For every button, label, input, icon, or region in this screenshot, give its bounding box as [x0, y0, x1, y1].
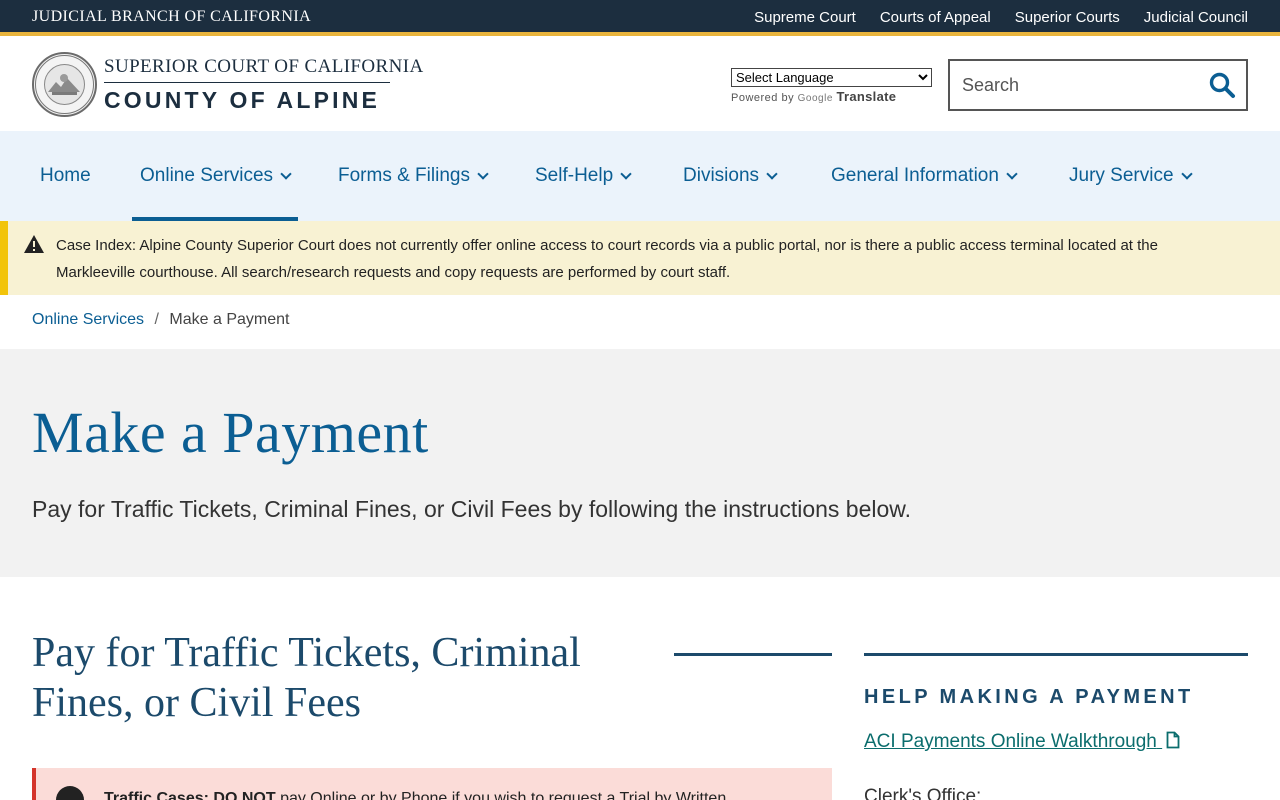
- page-subtitle: Pay for Traffic Tickets, Criminal Fines,…: [32, 496, 912, 522]
- search-icon[interactable]: [1208, 71, 1236, 99]
- breadcrumb-separator: /: [154, 311, 159, 328]
- page-hero: Make a Payment Pay for Traffic Tickets, …: [0, 349, 1280, 577]
- nav-home-label: Home: [40, 165, 91, 186]
- search-input[interactable]: [950, 61, 1200, 109]
- courts-of-appeal-link[interactable]: Courts of Appeal: [880, 9, 991, 26]
- page-title: Make a Payment: [32, 400, 429, 465]
- aci-walkthrough-link[interactable]: ACI Payments Online Walkthrough: [864, 731, 1180, 753]
- alert-message: Alpine County Superior Court does not cu…: [56, 237, 1158, 281]
- case-index-alert: Case Index: Alpine County Superior Court…: [0, 221, 1280, 295]
- judicial-council-link[interactable]: Judicial Council: [1144, 9, 1248, 26]
- google-translate: Select Language Powered by Google Transl…: [731, 68, 932, 104]
- google-logo-text: Google: [797, 93, 833, 104]
- court-name-line2: COUNTY OF ALPINE: [104, 87, 381, 113]
- court-name-line1: SUPERIOR COURT OF CALIFORNIA: [104, 56, 423, 83]
- nav-divisions[interactable]: Divisions: [683, 131, 778, 221]
- nav-home[interactable]: Home: [40, 131, 91, 221]
- sidebar-heading: HELP MAKING A PAYMENT: [864, 686, 1194, 708]
- alert-text: Case Index: Alpine County Superior Court…: [56, 232, 1166, 286]
- alert-label: Case Index:: [56, 237, 137, 254]
- site-header: SUPERIOR COURT OF CALIFORNIA COUNTY OF A…: [0, 40, 1280, 131]
- translate-link[interactable]: Translate: [836, 89, 896, 104]
- chevron-down-icon: [1006, 168, 1018, 180]
- language-select[interactable]: Select Language: [731, 68, 932, 87]
- section-title: Pay for Traffic Tickets, Criminal Fines,…: [32, 630, 581, 726]
- breadcrumb-online-services[interactable]: Online Services: [32, 311, 144, 328]
- chevron-down-icon: [766, 168, 778, 180]
- nav-general-information-label: General Information: [831, 165, 999, 186]
- nav-general-information[interactable]: General Information: [831, 131, 1018, 221]
- alert-circle-icon: [56, 786, 84, 800]
- nav-jury-service[interactable]: Jury Service: [1069, 131, 1193, 221]
- branch-links: Supreme Court Courts of Appeal Superior …: [754, 9, 1248, 26]
- notice-bold-label: Traffic Cases:: [104, 790, 209, 800]
- court-name[interactable]: SUPERIOR COURT OF CALIFORNIA COUNTY OF A…: [104, 56, 423, 114]
- chevron-down-icon: [477, 168, 489, 180]
- aci-walkthrough-label: ACI Payments Online Walkthrough: [864, 731, 1157, 752]
- clerks-office-label: Clerk's Office:: [864, 786, 982, 800]
- chevron-down-icon: [280, 168, 292, 180]
- chevron-down-icon: [1180, 168, 1193, 180]
- judicial-branch-bar: JUDICIAL BRANCH OF CALIFORNIA Supreme Co…: [0, 0, 1280, 36]
- warning-icon: [24, 235, 44, 253]
- court-seal-logo[interactable]: [32, 52, 97, 117]
- search-box: [948, 59, 1248, 111]
- powered-by-google: Powered by Google Translate: [731, 89, 932, 104]
- nav-divisions-label: Divisions: [683, 165, 760, 186]
- breadcrumb-current: Make a Payment: [169, 311, 290, 328]
- nav-self-help[interactable]: Self-Help: [535, 131, 632, 221]
- nav-forms-filings-label: Forms & Filings: [338, 165, 470, 186]
- superior-courts-link[interactable]: Superior Courts: [1015, 9, 1120, 26]
- nav-forms-filings[interactable]: Forms & Filings: [338, 131, 489, 221]
- main-nav: Home Online Services Forms & Filings Sel…: [0, 131, 1280, 221]
- sidebar-rule: [864, 653, 1248, 656]
- section-title-rule: [674, 653, 832, 656]
- supreme-court-link[interactable]: Supreme Court: [754, 9, 856, 26]
- nav-online-services-label: Online Services: [140, 165, 274, 186]
- breadcrumb: Online Services / Make a Payment: [32, 311, 289, 329]
- chevron-down-icon: [620, 168, 632, 180]
- notice-message: pay Online or by Phone if you wish to re…: [280, 790, 727, 800]
- nav-online-services[interactable]: Online Services: [132, 131, 298, 221]
- document-icon: [1166, 731, 1180, 749]
- notice-emphasis: DO NOT: [213, 790, 276, 800]
- traffic-cases-notice: Traffic Cases: DO NOT pay Online or by P…: [32, 768, 832, 800]
- notice-text: Traffic Cases: DO NOT pay Online or by P…: [104, 790, 726, 800]
- powered-label: Powered by: [731, 92, 795, 104]
- nav-self-help-label: Self-Help: [535, 165, 614, 186]
- nav-jury-service-label: Jury Service: [1069, 165, 1174, 186]
- judicial-branch-title: JUDICIAL BRANCH OF CALIFORNIA: [32, 8, 312, 25]
